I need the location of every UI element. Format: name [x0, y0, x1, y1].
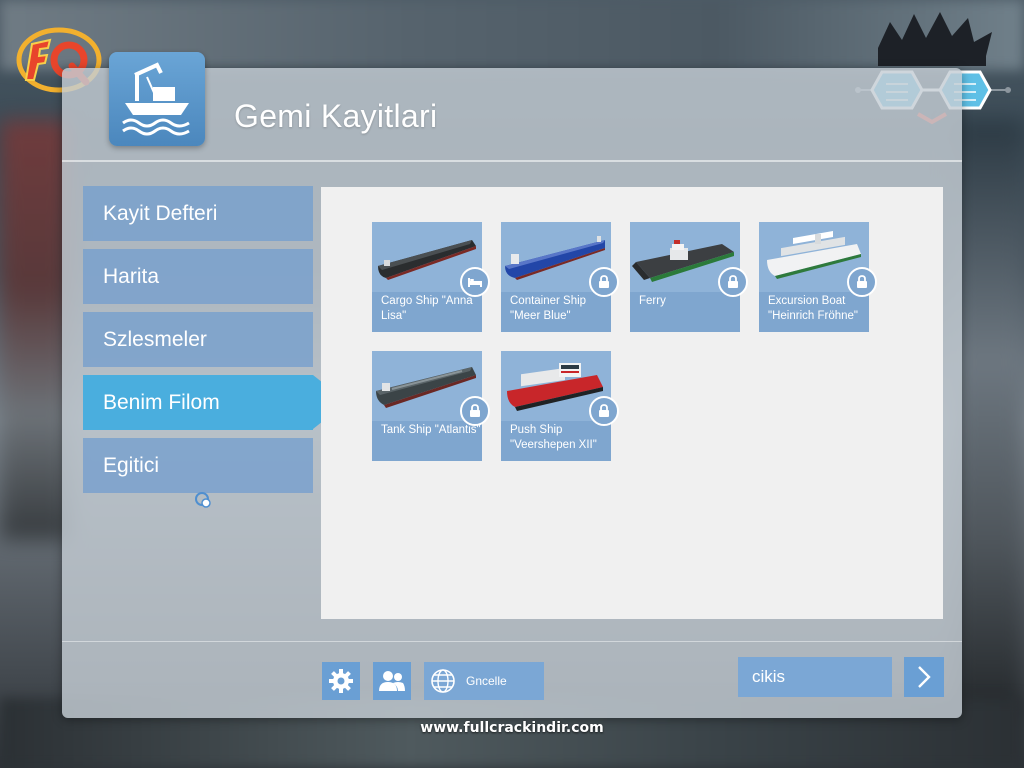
lock-icon: [599, 275, 609, 288]
fleet-panel: Cargo Ship "Anna Lisa" Container Ship "M…: [321, 187, 943, 619]
ship-name: Excursion Boat "Heinrich Fröhne": [768, 295, 858, 322]
sidebar-item-egitici[interactable]: Egitici: [83, 438, 313, 493]
status-badge: [718, 267, 748, 297]
ship-card-cargo-ship[interactable]: Cargo Ship "Anna Lisa": [372, 222, 490, 332]
lock-icon: [599, 404, 609, 417]
sidebar-item-szlesmeler[interactable]: Szlesmeler: [83, 312, 313, 367]
gear-icon: [329, 669, 353, 693]
sidebar-item-benim-filom[interactable]: Benim Filom: [83, 375, 347, 430]
ship-name: Push Ship "Veershepen XII": [510, 424, 597, 451]
sidebar: Kayit Defteri Harita Szlesmeler Benim Fi…: [83, 186, 347, 508]
status-badge: [460, 267, 490, 297]
next-button[interactable]: [904, 657, 944, 697]
ship-name: Cargo Ship "Anna Lisa": [381, 295, 473, 322]
status-badge: [847, 267, 877, 297]
chevron-right-icon: [918, 666, 931, 688]
ship-name: Ferry: [639, 295, 666, 307]
watermark-text: www.fullcrackindir.com: [420, 720, 604, 736]
sidebar-item-kayit-defteri[interactable]: Kayit Defteri: [83, 186, 313, 241]
settings-button[interactable]: [322, 662, 360, 700]
header-divider: [62, 160, 962, 162]
lock-icon: [857, 275, 867, 288]
ship-registry-window: Gemi Kayitlari Kayit Defteri Harita Szle…: [62, 52, 962, 718]
sidebar-item-harita[interactable]: Harita: [83, 249, 313, 304]
lock-icon: [728, 275, 738, 288]
ship-name: Tank Ship "Atlantis": [381, 424, 481, 436]
status-badge: [589, 396, 619, 426]
ship-card-ferry[interactable]: Ferry: [630, 222, 748, 332]
exit-button[interactable]: cikis: [738, 657, 892, 697]
status-badge: [460, 396, 490, 426]
status-badge: [589, 267, 619, 297]
footer-divider: [62, 641, 962, 642]
update-button[interactable]: Gncelle: [424, 662, 544, 700]
users-icon: [379, 671, 405, 691]
bed-icon: [468, 278, 482, 287]
ship-card-excursion-boat[interactable]: Excursion Boat "Heinrich Fröhne": [759, 222, 877, 332]
ship-registry-icon: [109, 52, 205, 146]
ship-card-push-ship[interactable]: Push Ship "Veershepen XII": [501, 351, 619, 461]
profile-button[interactable]: [373, 662, 411, 700]
loading-cursor-icon: [195, 492, 211, 508]
ship-card-tank-ship[interactable]: Tank Ship "Atlantis": [372, 351, 490, 461]
update-label: Gncelle: [466, 674, 507, 688]
lock-icon: [470, 404, 480, 417]
ship-name: Container Ship "Meer Blue": [510, 295, 587, 322]
ship-card-container-ship[interactable]: Container Ship "Meer Blue": [501, 222, 619, 332]
globe-icon: [430, 668, 456, 694]
window-title: Gemi Kayitlari: [234, 98, 438, 134]
